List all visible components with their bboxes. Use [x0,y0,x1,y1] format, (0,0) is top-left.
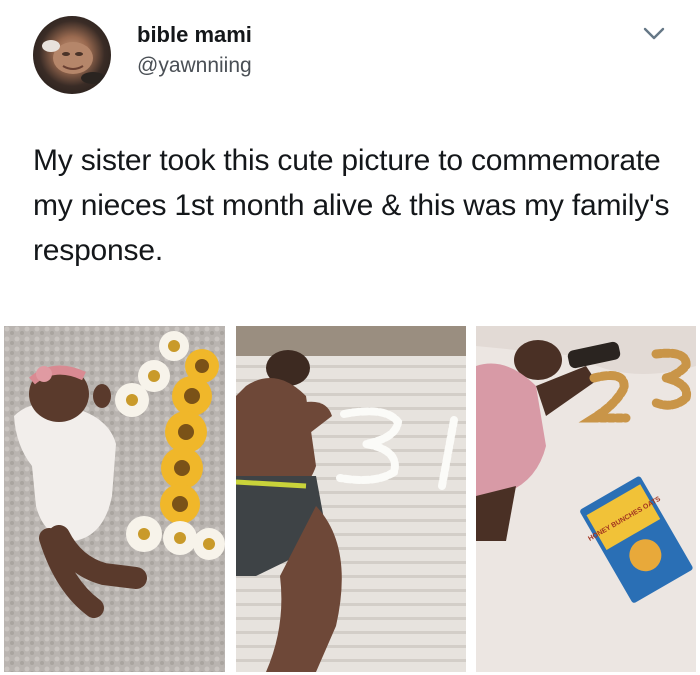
woman-with-cereal-number-photo[interactable]: HONEY BUNCHES OATS [476,326,696,672]
man-with-cotton-number-photo[interactable] [236,326,466,672]
avatar[interactable] [33,16,111,94]
tweet-header: bible mami @yawnniing [0,0,700,110]
tweet-text: My sister took this cute picture to comm… [33,144,670,267]
user-handle[interactable]: @yawnniing [137,54,252,78]
display-name[interactable]: bible mami [137,22,252,48]
chevron-down-icon[interactable] [641,24,667,44]
baby-with-flower-number-photo[interactable] [4,326,225,672]
avatar-image [42,40,105,84]
photo-grid: HONEY BUNCHES OATS [4,326,696,674]
